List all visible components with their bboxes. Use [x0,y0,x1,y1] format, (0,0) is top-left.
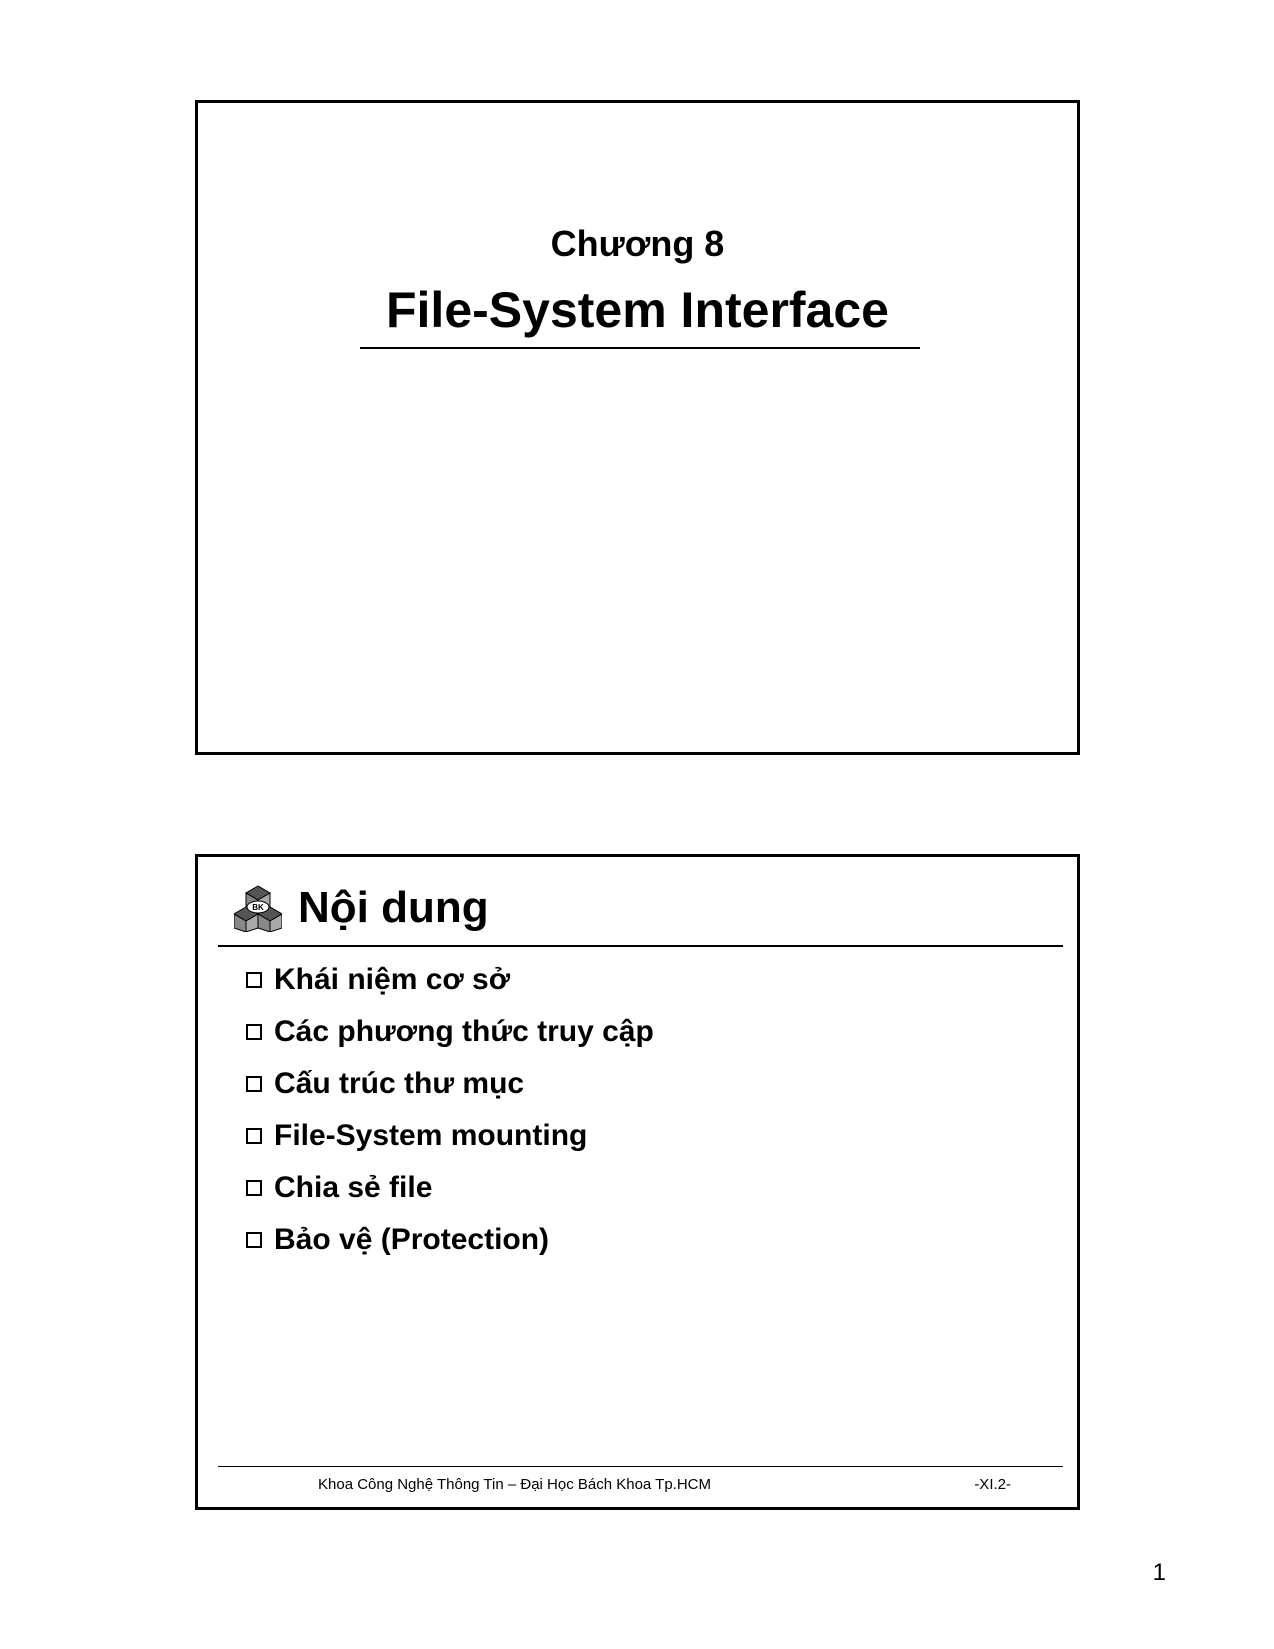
list-item-text: Cấu trúc thư mục [274,1067,524,1101]
list-item-text: Khái niệm cơ sở [274,963,510,997]
list-item-text: File-System mounting [274,1119,587,1153]
slide2-header: BK Nội dung [234,883,489,933]
list-item-text: Bảo vệ (Protection) [274,1223,549,1257]
header-underline [218,945,1063,947]
list-item: Các phương thức truy cập [246,1015,654,1049]
list-item: Chia sẻ file [246,1171,654,1205]
bullet-icon [246,1232,262,1248]
cube-logo-icon: BK [234,884,282,932]
slide-1: Chương 8 File-System Interface [195,100,1080,755]
bullet-icon [246,1024,262,1040]
svg-text:BK: BK [252,903,264,912]
bullet-icon [246,1128,262,1144]
list-item-text: Các phương thức truy cập [274,1015,654,1049]
list-item: Cấu trúc thư mục [246,1067,654,1101]
slide-2: BK Nội dung Khái niệm cơ sở Các phương t… [195,854,1080,1510]
contents-list: Khái niệm cơ sở Các phương thức truy cập… [246,963,654,1275]
footer-text: Khoa Công Nghệ Thông Tin – Đại Học Bách … [318,1476,711,1493]
chapter-label: Chương 8 [198,223,1077,265]
bullet-icon [246,1076,262,1092]
bullet-icon [246,972,262,988]
list-item: Khái niệm cơ sở [246,963,654,997]
bullet-icon [246,1180,262,1196]
page-number: 1 [1153,1559,1166,1587]
list-item-text: Chia sẻ file [274,1171,432,1205]
contents-title: Nội dung [298,883,489,933]
footer-slide-number: -XI.2- [974,1476,1011,1493]
slide-title: File-System Interface [198,281,1077,339]
list-item: File-System mounting [246,1119,654,1153]
title-underline [360,347,920,349]
list-item: Bảo vệ (Protection) [246,1223,654,1257]
footer-line [218,1466,1063,1467]
